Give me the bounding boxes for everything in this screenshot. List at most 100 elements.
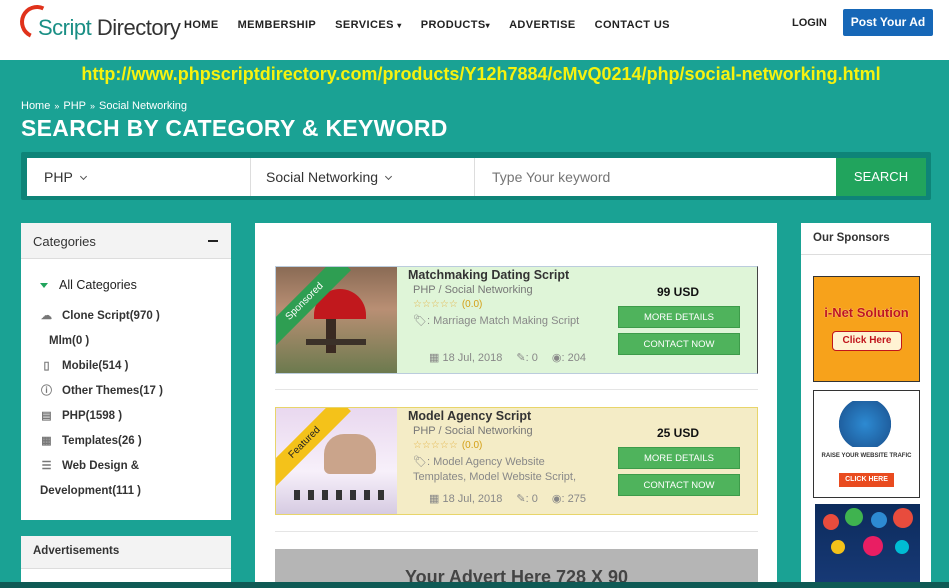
nav-products-label: PRODUCTS (420, 19, 486, 31)
listing-thumbnail[interactable]: Featured (276, 408, 397, 514)
site-logo[interactable]: Script Directory (15, 0, 181, 47)
stars-glyphs: ☆☆☆☆☆ (413, 299, 458, 310)
category-item-label: Mobile(514 ) (62, 360, 129, 372)
listing-title[interactable]: Model Agency Script (408, 409, 531, 423)
listing-category[interactable]: PHP / Social Networking (413, 284, 533, 296)
nav-home[interactable]: HOME (184, 19, 219, 31)
rating-value: (0.0) (461, 299, 483, 310)
nav-services-label: SERVICES (335, 19, 394, 31)
sponsor-click-here-button[interactable]: Click Here (832, 331, 902, 351)
keyword-input[interactable] (475, 158, 836, 196)
contact-now-button[interactable]: CONTACT NOW (618, 333, 740, 355)
listing-tags-text: : Marriage Match Making Script (426, 315, 580, 327)
nav-advertise[interactable]: ADVERTISE (509, 19, 576, 31)
listing-date: ▦ 18 Jul, 2018 (429, 492, 502, 505)
cloud-icon: ☁ (41, 309, 52, 322)
listing-comments-text: : 0 (525, 493, 538, 505)
categories-panel: Categories All Categories ☁ Clone Script(… (21, 223, 231, 520)
sponsors-title: Our Sponsors (801, 223, 931, 255)
main-nav: HOME MEMBERSHIP SERVICES ▾ PRODUCTS▾ ADV… (184, 19, 689, 31)
listing-tags-text: : Model Agency Website Templates, Model … (413, 456, 577, 483)
sponsor-ad-inet-solution[interactable]: i-Net Solution Click Here (813, 276, 920, 382)
nav-membership[interactable]: MEMBERSHIP (238, 19, 317, 31)
search-button[interactable]: SEARCH (836, 158, 926, 196)
listing-date: ▦ 18 Jul, 2018 (429, 351, 502, 364)
search-bar: PHP Social Networking SEARCH (21, 152, 931, 200)
sponsor-ad-text: RAISE YOUR WEBSITE TRAFIC (821, 453, 912, 459)
couple-image-shape (324, 434, 376, 474)
social-bubble-icon (823, 514, 839, 530)
subcategory-select-value: Social Networking (266, 169, 379, 185)
nav-contact-us[interactable]: CONTACT US (595, 19, 670, 31)
listing-tags: 🏷: Model Agency Website Templates, Model… (413, 455, 593, 485)
tag-icon: 🏷 (413, 456, 427, 468)
more-details-button[interactable]: MORE DETAILS (618, 306, 740, 328)
sponsor-ad-social-media[interactable] (815, 504, 920, 588)
listing-title[interactable]: Matchmaking Dating Script (408, 268, 569, 282)
php-file-icon: ▤ (41, 409, 52, 422)
category-item-label: PHP(1598 ) (62, 410, 123, 422)
advertisements-panel: Advertisements (21, 536, 231, 588)
category-item-mobile[interactable]: ▯ Mobile(514 ) (40, 360, 128, 372)
caret-down-icon: ▾ (485, 21, 491, 30)
calendar-icon: ▦ (429, 352, 440, 364)
listing-views-text: : 204 (561, 352, 586, 364)
listing-thumbnail[interactable]: Sponsored (276, 267, 397, 373)
listing-card: Featured Model Agency Script PHP / Socia… (275, 407, 758, 515)
sponsors-panel: Our Sponsors i-Net Solution Click Here R… (801, 223, 931, 588)
category-item-label: Templates(26 ) (62, 435, 142, 447)
contact-now-button[interactable]: CONTACT NOW (618, 474, 740, 496)
more-details-button[interactable]: MORE DETAILS (618, 447, 740, 469)
social-bubble-icon (895, 540, 909, 554)
info-icon: ⓘ (41, 384, 52, 397)
login-link[interactable]: LOGIN (792, 17, 827, 29)
category-item-templates[interactable]: ▦ Templates(26 ) (40, 434, 142, 447)
listing-price: 99 USD (657, 285, 700, 299)
post-your-ad-button[interactable]: Post Your Ad (843, 9, 933, 36)
listing-comments-text: : 0 (525, 352, 538, 364)
category-item-php[interactable]: ▤ PHP(1598 ) (40, 410, 122, 422)
category-item-label: Other Themes(17 ) (62, 385, 163, 397)
listing-meta: ▦ 18 Jul, 2018 ✎: 0 ◉: 275 (429, 492, 586, 505)
categories-header[interactable]: Categories (21, 223, 231, 259)
listing-tags: 🏷: Marriage Match Making Script (413, 314, 593, 329)
breadcrumb-social-networking: Social Networking (99, 100, 188, 112)
breadcrumb: Home » PHP » Social Networking (21, 100, 187, 112)
category-select[interactable]: PHP (27, 158, 251, 196)
sponsor-ad-seo[interactable]: RAISE YOUR WEBSITE TRAFIC CLICK HERE (813, 390, 920, 498)
listing-comments: ✎: 0 (516, 492, 537, 505)
server-icon: ☰ (41, 459, 52, 472)
listing-divider (275, 531, 758, 532)
categories-title: Categories (33, 234, 96, 249)
page-title: SEARCH BY CATEGORY & KEYWORD (21, 115, 448, 141)
category-item-other-themes[interactable]: ⓘ Other Themes(17 ) (40, 385, 163, 397)
nav-services[interactable]: SERVICES ▾ (335, 19, 402, 31)
category-item-clone-script[interactable]: ☁ Clone Script(970 ) (40, 310, 160, 322)
listing-category[interactable]: PHP / Social Networking (413, 425, 533, 437)
category-item-mlm[interactable]: Mlm(0 ) (49, 335, 89, 347)
mail-bubble-icon (893, 508, 913, 528)
star-rating-icon: ☆☆☆☆☆ (0.0) (413, 440, 482, 451)
category-item-label: Development(111 ) (40, 485, 141, 497)
category-item-development[interactable]: Development(111 ) (40, 485, 141, 497)
collapse-minus-icon[interactable] (208, 240, 218, 242)
nav-products[interactable]: PRODUCTS▾ (421, 19, 490, 31)
category-item-web-design[interactable]: ☰ Web Design & (40, 459, 140, 472)
edit-icon: ✎ (516, 352, 526, 364)
all-categories-item[interactable]: All Categories (40, 278, 137, 292)
person-image-shape (326, 319, 336, 353)
logo-directory-text: Directory (96, 15, 181, 40)
all-categories-label: All Categories (59, 278, 137, 292)
breadcrumb-home[interactable]: Home (21, 100, 50, 112)
document-icon: ▦ (41, 434, 52, 447)
category-item-label: Web Design & (62, 460, 140, 472)
star-rating-icon: ☆☆☆☆☆ (0.0) (413, 299, 482, 310)
listing-views: ◉: 204 (552, 351, 586, 364)
listing-date-text: 18 Jul, 2018 (442, 493, 503, 505)
category-item-label: Clone Script(970 ) (62, 310, 160, 322)
breadcrumb-php[interactable]: PHP (63, 100, 86, 112)
sponsor-click-here-button[interactable]: CLICK HERE (839, 473, 894, 487)
listings-panel: Sponsored Matchmaking Dating Script PHP … (255, 223, 777, 588)
subcategory-select[interactable]: Social Networking (251, 158, 475, 196)
social-bubble-icon (831, 540, 845, 554)
